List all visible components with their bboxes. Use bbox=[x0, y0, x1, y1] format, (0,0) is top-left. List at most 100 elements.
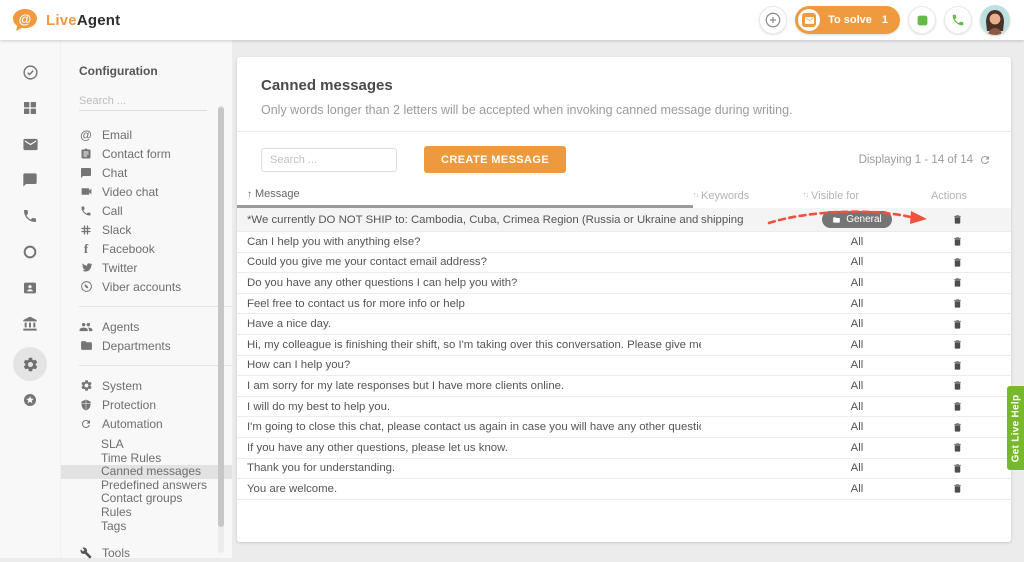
table-row[interactable]: Can I help you with anything else? All bbox=[237, 232, 1011, 253]
trash-icon bbox=[952, 482, 963, 495]
table-row[interactable]: Have a nice day. All bbox=[237, 314, 1011, 335]
column-header-keywords[interactable]: ↑↓ Keywords bbox=[693, 190, 803, 202]
sidebar-item-system[interactable]: System bbox=[61, 376, 232, 395]
rail-item-dashboard[interactable] bbox=[0, 90, 60, 126]
delete-button[interactable] bbox=[952, 359, 963, 372]
slack-icon bbox=[79, 224, 93, 236]
chats-button[interactable] bbox=[908, 6, 936, 34]
trash-icon bbox=[952, 256, 963, 269]
table-row[interactable]: Hi, my colleague is finishing their shif… bbox=[237, 335, 1011, 356]
rail-item-addons[interactable] bbox=[0, 382, 60, 418]
table-row[interactable]: *We currently DO NOT SHIP to: Cambodia, … bbox=[237, 208, 1011, 232]
message-cell: You are welcome. bbox=[237, 483, 701, 495]
sidebar-item-tools[interactable]: Tools bbox=[61, 543, 232, 562]
sidebar-item-canned-messages[interactable]: Canned messages bbox=[61, 465, 232, 479]
trash-icon bbox=[952, 338, 963, 351]
calls-button[interactable] bbox=[944, 6, 972, 34]
logo-agent-text: Agent bbox=[77, 12, 121, 29]
rail-item-settings[interactable] bbox=[0, 346, 60, 382]
table-row[interactable]: Feel free to contact us for more info or… bbox=[237, 294, 1011, 315]
sidebar-item-chat[interactable]: Chat bbox=[61, 163, 232, 182]
rail-item-chat[interactable] bbox=[0, 162, 60, 198]
sidebar-item-predefined-answers[interactable]: Predefined answers bbox=[61, 479, 232, 493]
table-row[interactable]: Thank you for understanding. All bbox=[237, 459, 1011, 480]
table-row[interactable]: How can I help you? All bbox=[237, 356, 1011, 377]
canned-messages-panel: Canned messages Only words longer than 2… bbox=[237, 57, 1011, 542]
star-circle-icon bbox=[13, 383, 47, 417]
user-avatar[interactable] bbox=[980, 5, 1010, 35]
sidebar-item-automation[interactable]: Automation bbox=[61, 414, 232, 433]
delete-button[interactable] bbox=[952, 379, 963, 392]
table-row[interactable]: You are welcome. All bbox=[237, 479, 1011, 500]
chat-bubble-icon bbox=[79, 167, 93, 179]
sidebar-item-agents[interactable]: Agents bbox=[61, 317, 232, 336]
delete-button[interactable] bbox=[952, 297, 963, 310]
sidebar-search-input[interactable] bbox=[79, 92, 207, 111]
envelope-icon bbox=[802, 13, 816, 27]
sidebar-item-slack[interactable]: Slack bbox=[61, 220, 232, 239]
trash-icon bbox=[952, 276, 963, 289]
message-cell: Have a nice day. bbox=[237, 318, 701, 330]
delete-button[interactable] bbox=[952, 462, 963, 475]
sidebar-item-viber[interactable]: Viber accounts bbox=[61, 277, 232, 296]
message-cell: If you have any other questions, please … bbox=[237, 442, 701, 454]
page-title: Canned messages bbox=[261, 77, 987, 94]
add-button[interactable] bbox=[759, 6, 787, 34]
delete-button[interactable] bbox=[952, 318, 963, 331]
rail-item-mail[interactable] bbox=[0, 126, 60, 162]
to-solve-button[interactable]: To solve 1 bbox=[795, 6, 900, 34]
sort-icon: ↑↓ bbox=[693, 192, 698, 199]
table-row[interactable]: I'm going to close this chat, please con… bbox=[237, 417, 1011, 438]
table-row[interactable]: I will do my best to help you. All bbox=[237, 397, 1011, 418]
table-row[interactable]: Do you have any other questions I can he… bbox=[237, 273, 1011, 294]
column-header-visible-for[interactable]: ↑↓ Visible for bbox=[803, 190, 895, 202]
sidebar-item-departments[interactable]: Departments bbox=[61, 336, 232, 355]
visible-for-cell: All bbox=[811, 462, 903, 474]
column-header-message[interactable]: ↑ Message bbox=[237, 183, 693, 208]
sidebar-item-video-chat[interactable]: Video chat bbox=[61, 182, 232, 201]
sidebar-item-call[interactable]: Call bbox=[61, 201, 232, 220]
refresh-icon bbox=[79, 418, 93, 430]
rail-item-call[interactable] bbox=[0, 198, 60, 234]
rail-item-tickets[interactable] bbox=[0, 54, 60, 90]
rail-item-online[interactable] bbox=[0, 234, 60, 270]
rail-item-billing[interactable] bbox=[0, 306, 60, 342]
delete-button[interactable] bbox=[952, 235, 963, 248]
delete-button[interactable] bbox=[952, 482, 963, 495]
delete-button[interactable] bbox=[952, 400, 963, 413]
table-search-input[interactable] bbox=[261, 148, 397, 172]
twitter-icon bbox=[79, 261, 93, 274]
sidebar-item-twitter[interactable]: Twitter bbox=[61, 258, 232, 277]
rail-item-contacts[interactable] bbox=[0, 270, 60, 306]
sidebar-item-protection[interactable]: Protection bbox=[61, 395, 232, 414]
sidebar-item-time-rules[interactable]: Time Rules bbox=[61, 452, 232, 466]
people-icon bbox=[79, 320, 93, 334]
visible-for-cell: General bbox=[811, 211, 903, 228]
create-message-button[interactable]: CREATE MESSAGE bbox=[424, 146, 566, 173]
sidebar-item-rules[interactable]: Rules bbox=[61, 506, 232, 520]
sidebar-item-email[interactable]: @Email bbox=[61, 125, 232, 144]
message-cell: I am sorry for my late responses but I h… bbox=[237, 380, 701, 392]
table-row[interactable]: I am sorry for my late responses but I h… bbox=[237, 376, 1011, 397]
sidebar-item-contact-form[interactable]: Contact form bbox=[61, 144, 232, 163]
refresh-icon[interactable] bbox=[979, 154, 991, 166]
viber-icon bbox=[79, 280, 93, 293]
delete-button[interactable] bbox=[952, 441, 963, 454]
mail-icon bbox=[13, 127, 47, 161]
shield-icon bbox=[79, 399, 93, 411]
delete-button[interactable] bbox=[952, 276, 963, 289]
visible-for-cell: All bbox=[811, 380, 903, 392]
get-live-help-button[interactable]: Get Live Help bbox=[1007, 386, 1024, 470]
delete-button[interactable] bbox=[952, 338, 963, 351]
sidebar-item-tags[interactable]: Tags bbox=[61, 520, 232, 534]
liveagent-logo[interactable]: @ LiveAgent bbox=[12, 8, 120, 32]
delete-button[interactable] bbox=[952, 421, 963, 434]
table-row[interactable]: If you have any other questions, please … bbox=[237, 438, 1011, 459]
sidebar-item-contact-groups[interactable]: Contact groups bbox=[61, 492, 232, 506]
table-row[interactable]: Could you give me your contact email add… bbox=[237, 253, 1011, 274]
delete-button[interactable] bbox=[952, 256, 963, 269]
delete-button[interactable] bbox=[952, 213, 963, 226]
sidebar-item-sla[interactable]: SLA bbox=[61, 438, 232, 452]
sidebar-item-facebook[interactable]: fFacebook bbox=[61, 239, 232, 258]
sidebar-scrollbar-thumb[interactable] bbox=[218, 107, 224, 527]
